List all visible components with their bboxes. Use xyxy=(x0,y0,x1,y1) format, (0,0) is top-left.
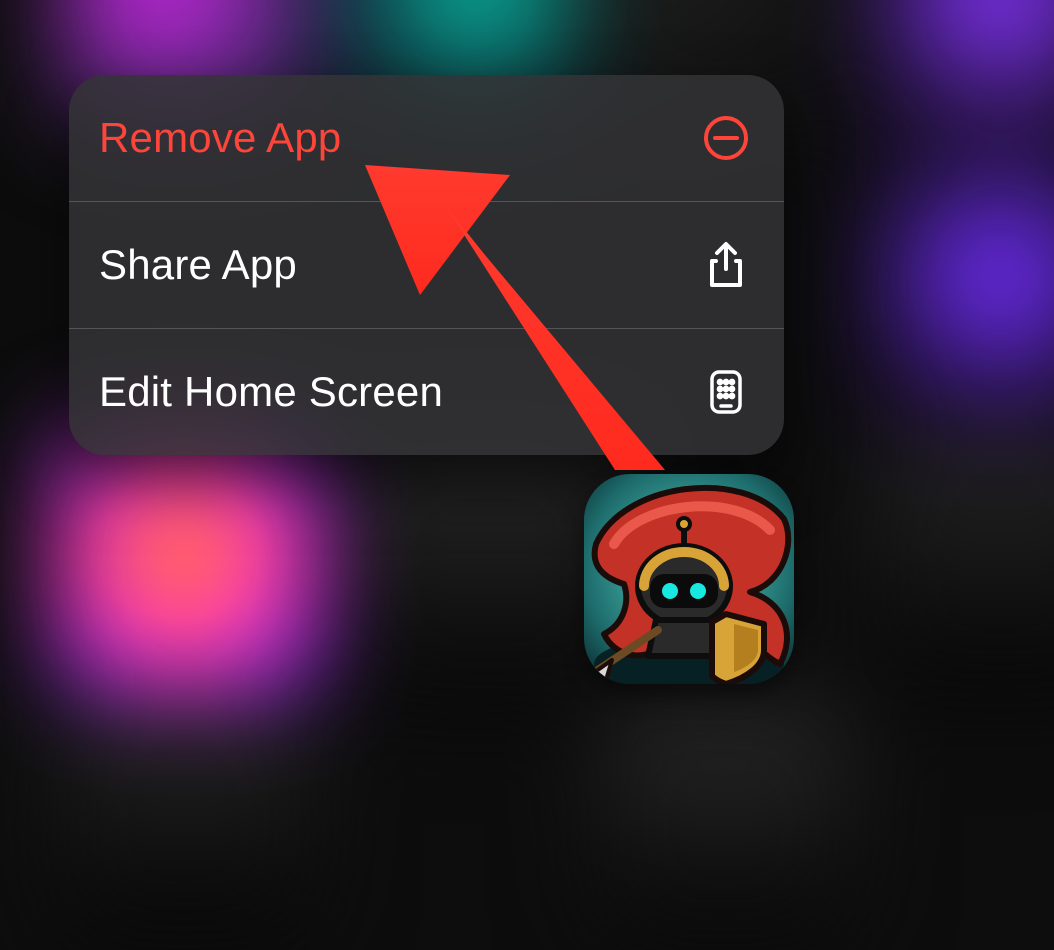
app-context-menu: Remove App Share App Edit Home Screen xyxy=(69,75,784,455)
remove-app-menu-item[interactable]: Remove App xyxy=(69,75,784,201)
share-app-menu-item[interactable]: Share App xyxy=(69,201,784,328)
apps-grid-icon xyxy=(702,368,750,416)
edit-home-screen-menu-item[interactable]: Edit Home Screen xyxy=(69,328,784,455)
game-app-icon[interactable] xyxy=(584,474,794,684)
share-icon xyxy=(702,241,750,289)
minus-circle-icon xyxy=(702,114,750,162)
remove-app-label: Remove App xyxy=(99,114,341,162)
edit-home-screen-label: Edit Home Screen xyxy=(99,368,443,416)
share-app-label: Share App xyxy=(99,241,297,289)
